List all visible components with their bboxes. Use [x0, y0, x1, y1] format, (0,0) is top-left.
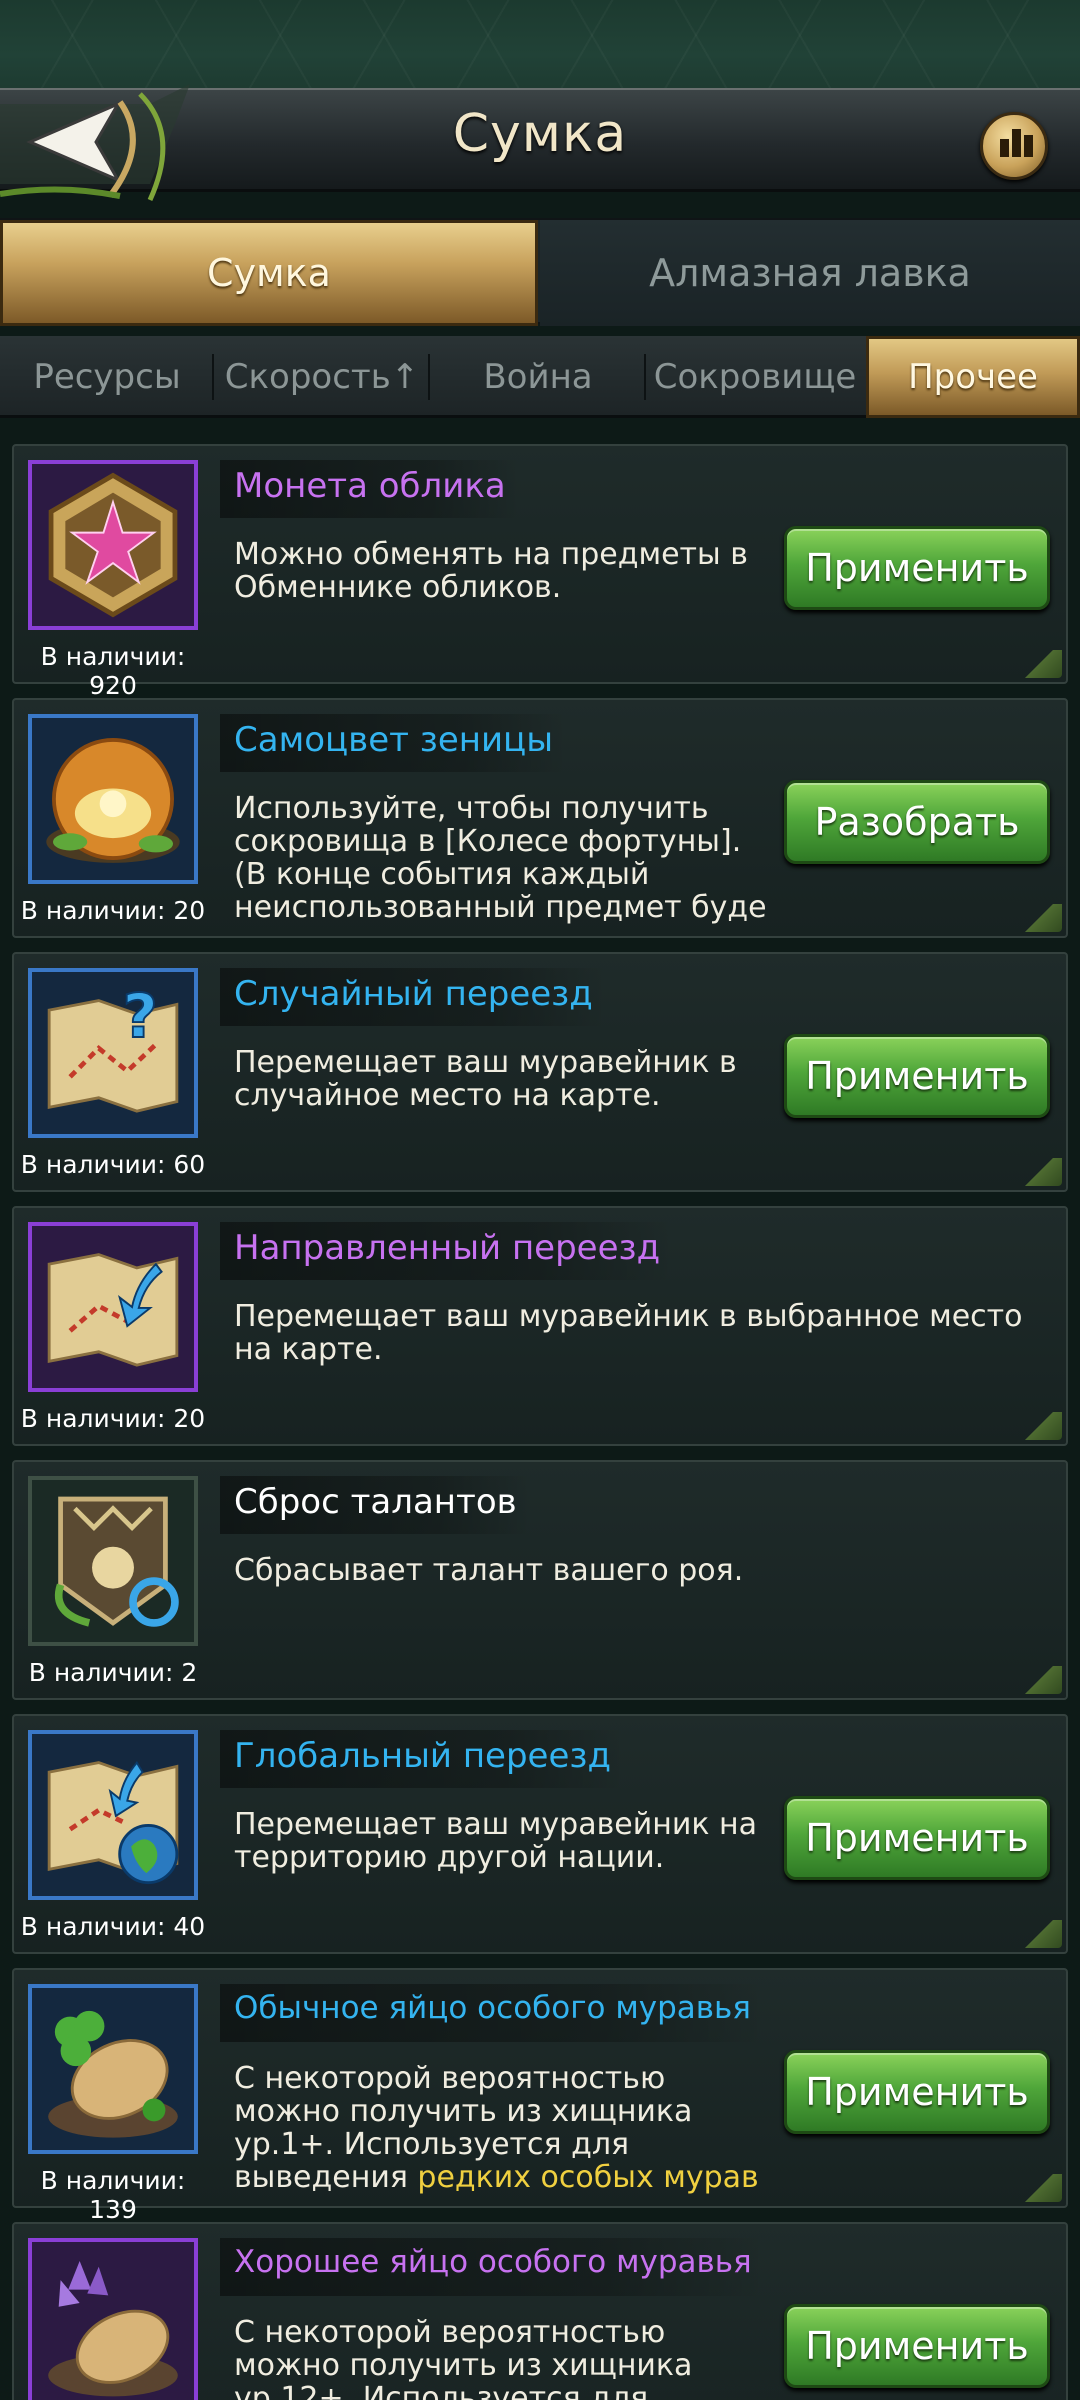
- list-item: В наличии: 40 Глобальный переезд Перемещ…: [12, 1714, 1068, 1954]
- item-count: В наличии: 920: [40, 642, 186, 700]
- svg-text:?: ?: [123, 981, 158, 1052]
- apply-button[interactable]: Применить: [784, 2304, 1050, 2388]
- item-description: Перемещает ваш муравейник в случайное ме…: [234, 1045, 737, 1113]
- item-list[interactable]: В наличии: 920 Монета облика Можно обмен…: [0, 440, 1080, 2400]
- item-description: Перемещает ваш муравейник в выбранное ме…: [234, 1299, 1023, 1367]
- tab-diamond-shop[interactable]: Алмазная лавка: [540, 220, 1080, 326]
- item-description: Сбрасывает талант вашего роя.: [234, 1553, 744, 1588]
- item-description: Можно обменять на предметы в Обменнике о…: [234, 537, 748, 605]
- apply-button[interactable]: Применить: [784, 1034, 1050, 1118]
- list-item: В наличии: 2 Сброс талантов Сбрасывает т…: [12, 1460, 1068, 1700]
- global-move-map-icon: [28, 1730, 198, 1900]
- item-count: В наличии: 20: [20, 896, 206, 925]
- subtab-resources[interactable]: Ресурсы: [0, 336, 214, 418]
- apply-button[interactable]: Применить: [784, 2050, 1050, 2134]
- ranking-button[interactable]: [980, 112, 1048, 180]
- item-name: Направленный переезд: [220, 1222, 675, 1280]
- random-move-map-icon: ?: [28, 968, 198, 1138]
- item-name: Глобальный переезд: [220, 1730, 625, 1788]
- apply-button[interactable]: Применить: [784, 526, 1050, 610]
- list-item: В наличии: 20 Направленный переезд Перем…: [12, 1206, 1068, 1446]
- page-title: Сумка: [452, 104, 628, 164]
- clover-egg-icon: [28, 1984, 198, 2154]
- item-count: В наличии: 139: [40, 2166, 186, 2224]
- subtab-war[interactable]: Война: [430, 336, 646, 418]
- directed-move-map-icon: [28, 1222, 198, 1392]
- list-item: В наличии: 20 Самоцвет зеницы Используйт…: [12, 698, 1068, 938]
- disassemble-button[interactable]: Разобрать: [784, 780, 1050, 864]
- item-description: Перемещает ваш муравейник на территорию …: [234, 1807, 757, 1875]
- talent-reset-icon: [28, 1476, 198, 1646]
- subtab-other[interactable]: Прочее: [866, 336, 1080, 418]
- eye-gem-icon: [28, 714, 198, 884]
- item-name: Самоцвет зеницы: [220, 714, 568, 772]
- main-tabs: Сумка Алмазная лавка: [0, 218, 1080, 326]
- list-item: В наличии: 139 Обычное яйцо особого мура…: [12, 1968, 1068, 2224]
- item-name: Хорошее яйцо особого муравья: [220, 2238, 766, 2296]
- flower-egg-icon: [28, 2238, 198, 2400]
- list-item: В наличии: 920 Монета облика Можно обмен…: [12, 444, 1068, 700]
- apply-button[interactable]: Применить: [784, 1796, 1050, 1880]
- subtab-treasure[interactable]: Сокровище: [646, 336, 864, 418]
- item-name: Монета облика: [220, 460, 520, 518]
- subtab-speed[interactable]: Скорость↑: [214, 336, 430, 418]
- list-item: Хорошее яйцо особого муравья С некоторой…: [12, 2222, 1068, 2400]
- item-description: С некоторой вероятностью можно получить …: [234, 2315, 693, 2400]
- item-description: Используйте, чтобы получить сокровища в …: [234, 791, 767, 925]
- item-name: Обычное яйцо особого муравья: [220, 1984, 765, 2042]
- item-count: В наличии: 20: [20, 1404, 206, 1433]
- item-name: Сброс талантов: [220, 1476, 531, 1534]
- item-count: В наличии: 40: [20, 1912, 206, 1941]
- item-description: С некоторой вероятностью можно получить …: [234, 2061, 759, 2195]
- item-name: Случайный переезд: [220, 968, 607, 1026]
- item-count: В наличии: 60: [20, 1150, 206, 1179]
- skin-coin-icon: [28, 460, 198, 630]
- item-count: В наличии: 2: [28, 1658, 198, 1687]
- category-tabs: Ресурсы Скорость↑ Война Сокровище Прочее: [0, 336, 1080, 418]
- list-item: ? В наличии: 60 Случайный переезд Переме…: [12, 952, 1068, 1192]
- tab-bag[interactable]: Сумка: [0, 220, 538, 326]
- top-decoration: [0, 0, 1080, 92]
